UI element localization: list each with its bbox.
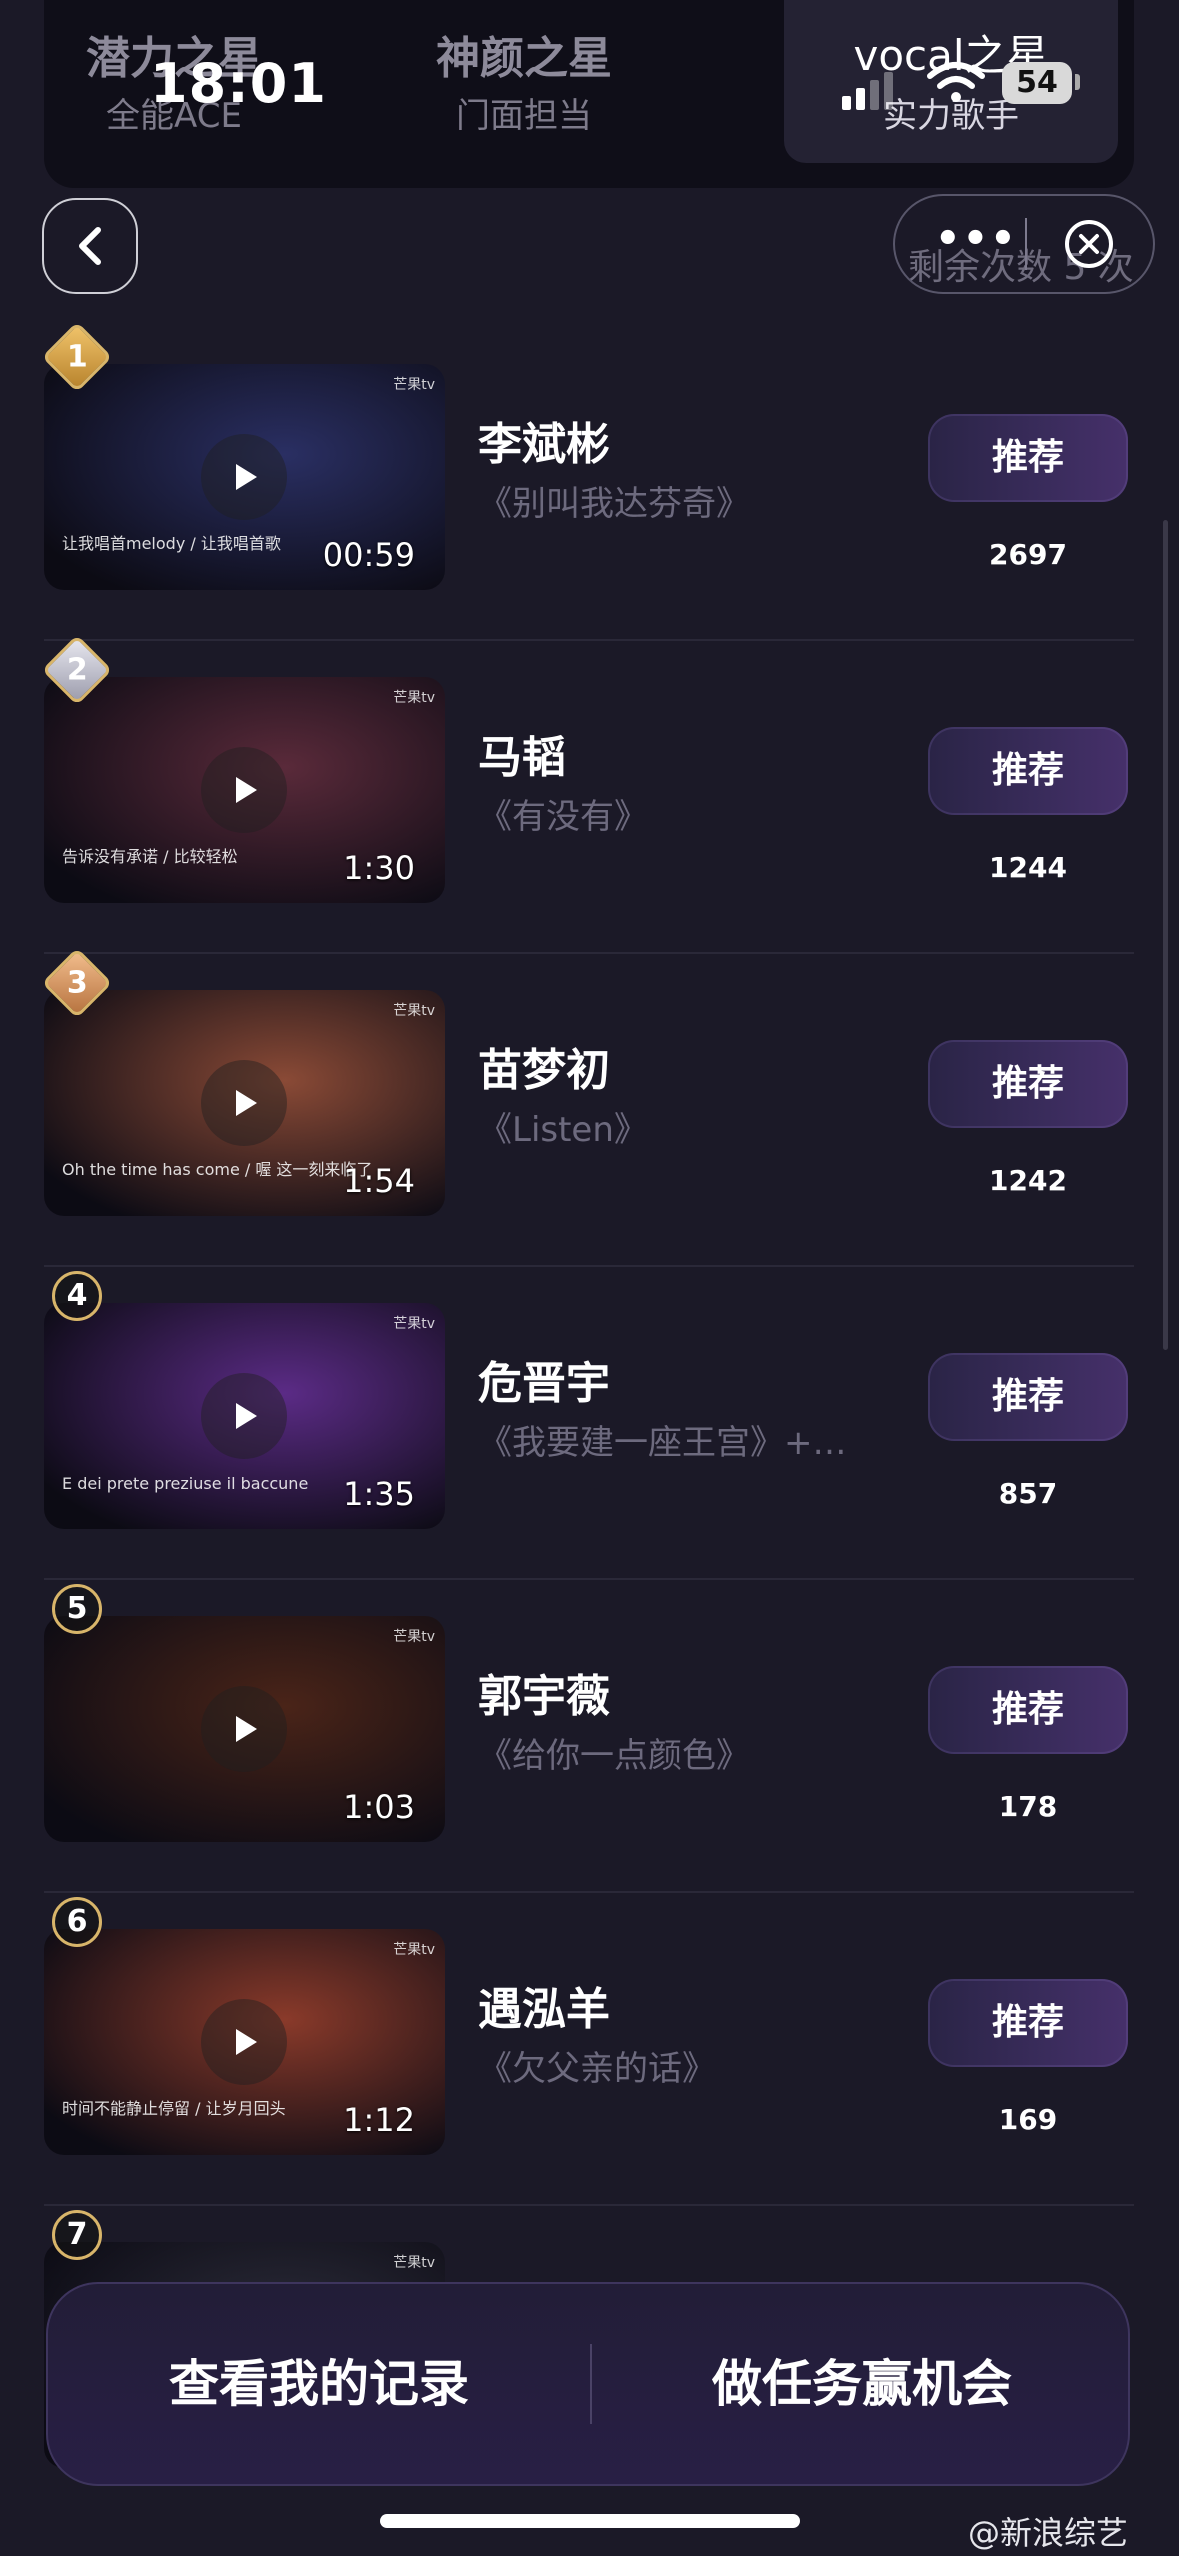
contestant-name: 遇泓羊 <box>478 1984 610 2035</box>
recommend-button[interactable]: 推荐 <box>928 1353 1128 1441</box>
video-thumbnail[interactable]: 芒果tv 1:03 <box>44 1616 445 1842</box>
video-subtitle: E dei prete preziuse il baccune <box>62 1474 309 1493</box>
video-duration: 1:35 <box>343 1475 415 1513</box>
home-indicator[interactable] <box>380 2514 800 2528</box>
do-tasks-button[interactable]: 做任务赢机会 <box>592 2284 1132 2484</box>
song-title: 《我要建一座王宫》+… <box>478 1423 847 1463</box>
recommend-button[interactable]: 推荐 <box>928 1040 1128 1128</box>
contestant-name: 危晋宇 <box>478 1358 610 1409</box>
list-item: 芒果tv 时间不能静止停留 / 让岁月回头 1:12 6 遇泓羊 《欠父亲的话》… <box>44 1893 1134 2206</box>
recommend-count: 2697 <box>989 538 1067 571</box>
contestant-name: 苗梦初 <box>478 1045 610 1096</box>
song-title: 《欠父亲的话》 <box>478 2049 716 2089</box>
signal-icon <box>870 80 879 110</box>
recommend-button[interactable]: 推荐 <box>928 414 1128 502</box>
bottom-action-bar: 查看我的记录 做任务赢机会 <box>46 2282 1130 2486</box>
video-thumbnail[interactable]: 芒果tv 时间不能静止停留 / 让岁月回头 1:12 <box>44 1929 445 2155</box>
tab-looks-star[interactable]: 神颜之星 门面担当 <box>404 0 644 163</box>
rank-badge: 7 <box>52 2210 102 2260</box>
battery-nub <box>1075 74 1080 90</box>
back-button[interactable] <box>42 198 138 294</box>
play-icon[interactable] <box>201 747 287 833</box>
video-thumbnail[interactable]: 芒果tv Oh the time has come / 喔 这一刻来临了 1:5… <box>44 990 445 1216</box>
recommend-count: 169 <box>998 2103 1058 2136</box>
channel-logo: 芒果tv <box>393 377 435 393</box>
view-my-records-button[interactable]: 查看我的记录 <box>48 2284 590 2484</box>
video-subtitle: 让我唱首melody / 让我唱首歌 <box>62 534 281 553</box>
contestant-name: 郭宇薇 <box>478 1671 610 1722</box>
recommend-count: 857 <box>998 1477 1058 1510</box>
status-time: 18:01 <box>150 52 327 115</box>
rank-badge: 4 <box>52 1271 102 1321</box>
capsule-divider <box>1025 218 1027 270</box>
contestant-name: 马韬 <box>478 732 566 783</box>
song-title: 《Listen》 <box>478 1110 648 1150</box>
mini-program-capsule: ••• <box>893 194 1155 294</box>
recommend-button[interactable]: 推荐 <box>928 1979 1128 2067</box>
signal-icon <box>884 72 893 110</box>
video-duration: 1:03 <box>343 1788 415 1826</box>
list-item: 芒果tv 让我唱首melody / 让我唱首歌 00:59 1 李斌彬 《别叫我… <box>41 321 1134 641</box>
list-item: 芒果tv Oh the time has come / 喔 这一刻来临了 1:5… <box>41 947 1134 1267</box>
list-item: 芒果tv 1:03 5 郭宇薇 《给你一点颜色》 推荐 178 <box>44 1580 1134 1893</box>
channel-logo: 芒果tv <box>393 1629 435 1645</box>
video-duration: 1:54 <box>343 1162 415 1200</box>
play-icon[interactable] <box>201 1060 287 1146</box>
signal-icon <box>856 88 865 110</box>
list-item: 芒果tv E dei prete preziuse il baccune 1:3… <box>44 1267 1134 1580</box>
rank-number: 5 <box>66 1591 88 1626</box>
rank-badge: 6 <box>52 1897 102 1947</box>
chevron-left-icon <box>79 227 101 265</box>
list-item: 芒果tv 告诉没有承诺 / 比较轻松 1:30 2 马韬 《有没有》 推荐 12… <box>41 634 1134 954</box>
play-icon[interactable] <box>201 1999 287 2085</box>
wifi-icon <box>927 62 985 102</box>
channel-logo: 芒果tv <box>393 690 435 706</box>
song-title: 《别叫我达芬奇》 <box>478 484 750 524</box>
play-icon[interactable] <box>201 434 287 520</box>
song-title: 《有没有》 <box>478 797 648 837</box>
video-duration: 00:59 <box>322 536 415 574</box>
video-subtitle: 告诉没有承诺 / 比较轻松 <box>62 847 238 866</box>
video-subtitle: Oh the time has come / 喔 这一刻来临了 <box>62 1160 373 1179</box>
rank-number: 1 <box>66 339 88 374</box>
channel-logo: 芒果tv <box>393 1942 435 1958</box>
contestant-name: 李斌彬 <box>478 419 610 470</box>
video-duration: 1:12 <box>343 2101 415 2139</box>
close-icon[interactable] <box>1063 218 1115 270</box>
play-icon[interactable] <box>201 1686 287 1772</box>
video-subtitle: 时间不能静止停留 / 让岁月回头 <box>62 2099 286 2118</box>
recommend-count: 1244 <box>989 851 1067 884</box>
channel-logo: 芒果tv <box>393 1316 435 1332</box>
recommend-count: 178 <box>998 1790 1058 1823</box>
channel-logo: 芒果tv <box>393 1003 435 1019</box>
battery-icon: 54 <box>1002 62 1072 104</box>
video-thumbnail[interactable]: 芒果tv E dei prete preziuse il baccune 1:3… <box>44 1303 445 1529</box>
rank-number: 3 <box>66 965 88 1000</box>
watermark: @新浪综艺 <box>968 2514 1129 2552</box>
scrollbar[interactable] <box>1163 520 1168 1350</box>
tab-title: 神颜之星 <box>436 33 612 84</box>
rank-number: 2 <box>66 652 88 687</box>
recommend-button[interactable]: 推荐 <box>928 1666 1128 1754</box>
song-title: 《给你一点颜色》 <box>478 1736 750 1776</box>
more-icon[interactable]: ••• <box>935 219 1018 259</box>
signal-icon <box>842 96 851 110</box>
rank-badge: 5 <box>52 1584 102 1634</box>
video-thumbnail[interactable]: 芒果tv 告诉没有承诺 / 比较轻松 1:30 <box>44 677 445 903</box>
rank-number: 4 <box>66 1278 88 1313</box>
video-thumbnail[interactable]: 芒果tv 让我唱首melody / 让我唱首歌 00:59 <box>44 364 445 590</box>
rank-number: 6 <box>66 1904 88 1939</box>
channel-logo: 芒果tv <box>393 2255 435 2271</box>
video-duration: 1:30 <box>343 849 415 887</box>
rank-number: 7 <box>66 2217 88 2252</box>
recommend-count: 1242 <box>989 1164 1067 1197</box>
play-icon[interactable] <box>201 1373 287 1459</box>
recommend-button[interactable]: 推荐 <box>928 727 1128 815</box>
tab-subtitle: 门面担当 <box>456 96 592 136</box>
